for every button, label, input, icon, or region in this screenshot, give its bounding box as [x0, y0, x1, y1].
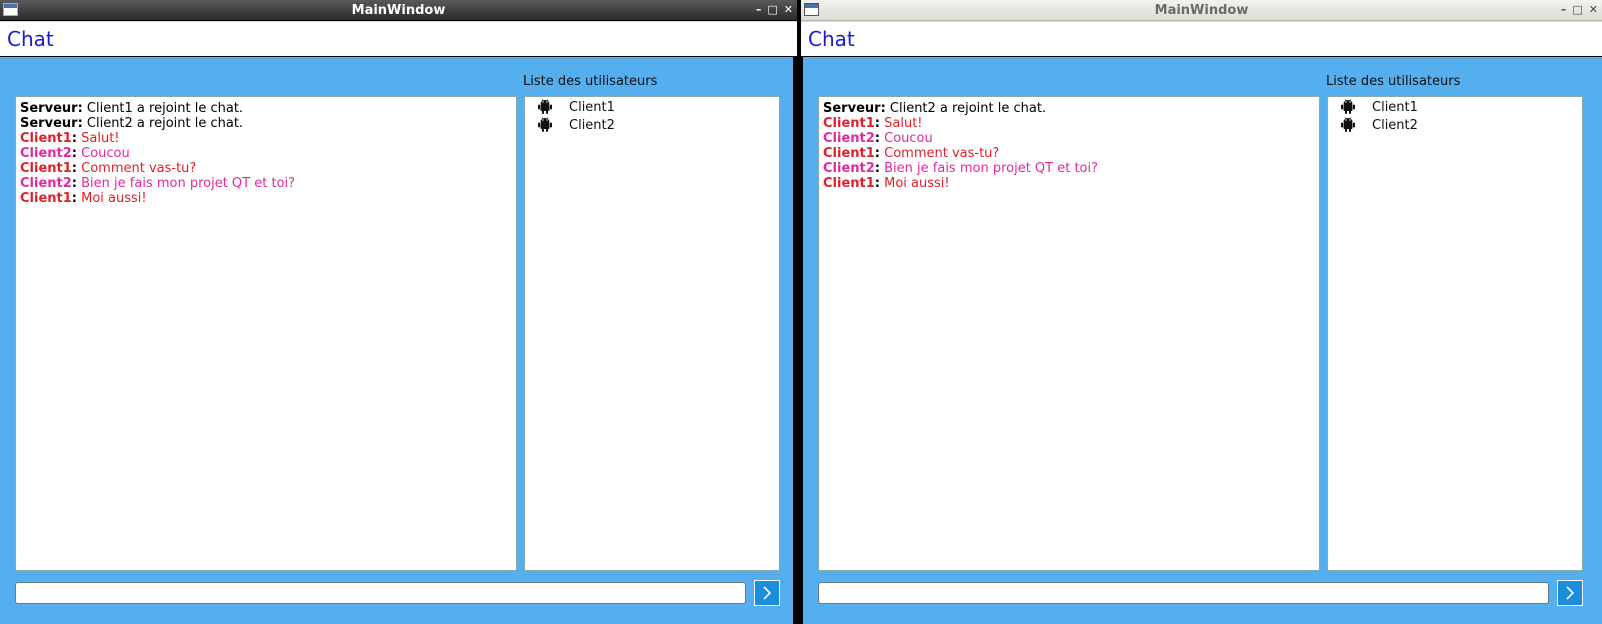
- chat-message: Serveur: Client1 a rejoint le chat.: [20, 101, 512, 116]
- send-button[interactable]: [754, 580, 780, 606]
- chat-message: Serveur: Client2 a rejoint le chat.: [823, 101, 1315, 116]
- user-name: Client2: [1372, 117, 1418, 133]
- android-icon: [1340, 117, 1356, 133]
- chat-message: Serveur: Client2 a rejoint le chat.: [20, 116, 512, 131]
- users-list-label: Liste des utilisateurs: [523, 74, 658, 89]
- chat-message: Client1: Salut!: [20, 131, 512, 146]
- message-sender: Client1: [20, 131, 72, 146]
- chat-message: Client2: Coucou: [823, 131, 1315, 146]
- chat-panel: Liste des utilisateurs Serveur: Client2 …: [801, 57, 1602, 624]
- message-sender: Client1: [20, 161, 72, 176]
- message-text: Salut!: [77, 131, 120, 146]
- user-list-item[interactable]: Client2: [1328, 116, 1582, 134]
- chat-message: Client1: Comment vas-tu?: [20, 161, 512, 176]
- message-input[interactable]: [15, 582, 746, 604]
- user-name: Client2: [569, 117, 615, 133]
- chat-message: Client2: Bien je fais mon projet QT et t…: [823, 161, 1315, 176]
- message-sender: Client1: [823, 146, 875, 161]
- message-text: Salut!: [880, 116, 923, 131]
- user-name: Client1: [569, 99, 615, 115]
- app-header: Chat: [801, 21, 1602, 57]
- title-bar[interactable]: MainWindow – □ ✕: [0, 0, 797, 20]
- main-window-client1: MainWindow – □ ✕ Chat Liste des utilisat…: [0, 0, 797, 624]
- send-button[interactable]: [1557, 580, 1583, 606]
- message-input[interactable]: [818, 582, 1549, 604]
- message-sender: Client2: [823, 131, 875, 146]
- chat-message: Client2: Bien je fais mon projet QT et t…: [20, 176, 512, 191]
- minimize-button[interactable]: –: [756, 2, 762, 18]
- message-text: Moi aussi!: [880, 176, 950, 191]
- chat-message: Client1: Moi aussi!: [20, 191, 512, 206]
- message-text: Client1 a rejoint le chat.: [82, 101, 244, 116]
- app-header: Chat: [0, 21, 797, 57]
- message-text: Comment vas-tu?: [880, 146, 1000, 161]
- window-title: MainWindow: [351, 2, 446, 18]
- message-sender: Client2: [20, 176, 72, 191]
- android-icon: [1340, 99, 1356, 115]
- chat-message: Client1: Moi aussi!: [823, 176, 1315, 191]
- close-button[interactable]: ✕: [784, 2, 793, 18]
- message-text: Bien je fais mon projet QT et toi?: [880, 161, 1099, 176]
- chat-history[interactable]: Serveur: Client2 a rejoint le chat. Clien…: [818, 96, 1320, 571]
- message-text: Moi aussi!: [77, 191, 147, 206]
- users-list-label: Liste des utilisateurs: [1326, 74, 1461, 89]
- message-sender: Serveur: [823, 101, 881, 116]
- message-sender: Client1: [20, 191, 72, 206]
- window-menu-icon[interactable]: [3, 3, 18, 16]
- user-list-item[interactable]: Client2: [525, 116, 779, 134]
- page-title: Chat: [808, 27, 855, 51]
- chat-message: Client2: Coucou: [20, 146, 512, 161]
- message-text: Coucou: [77, 146, 130, 161]
- message-sender: Serveur: [20, 116, 78, 131]
- window-title: MainWindow: [1154, 2, 1249, 18]
- message-sender: Client1: [823, 116, 875, 131]
- chevron-right-icon: [1566, 586, 1575, 600]
- message-sender: Serveur: [20, 101, 78, 116]
- android-icon: [537, 99, 553, 115]
- message-sender: Client2: [20, 146, 72, 161]
- maximize-button[interactable]: □: [1572, 2, 1582, 18]
- user-list[interactable]: Client1 Client2: [524, 96, 780, 571]
- message-sender: Client2: [823, 161, 875, 176]
- window-menu-icon[interactable]: [804, 3, 819, 16]
- chat-history[interactable]: Serveur: Client1 a rejoint le chat. Serve…: [15, 96, 517, 571]
- minimize-button[interactable]: –: [1561, 2, 1567, 18]
- title-bar[interactable]: MainWindow – □ ✕: [801, 0, 1602, 21]
- user-list[interactable]: Client1 Client2: [1327, 96, 1583, 571]
- chat-panel: Liste des utilisateurs Serveur: Client1 …: [0, 57, 797, 624]
- chevron-right-icon: [763, 586, 772, 600]
- user-list-item[interactable]: Client1: [525, 98, 779, 116]
- message-text: Client2 a rejoint le chat.: [82, 116, 244, 131]
- message-text: Bien je fais mon projet QT et toi?: [77, 176, 296, 191]
- message-text: Client2 a rejoint le chat.: [885, 101, 1047, 116]
- message-sender: Client1: [823, 176, 875, 191]
- chat-message: Client1: Salut!: [823, 116, 1315, 131]
- chat-message: Client1: Comment vas-tu?: [823, 146, 1315, 161]
- message-text: Coucou: [880, 131, 933, 146]
- android-icon: [537, 117, 553, 133]
- main-window-client2: MainWindow – □ ✕ Chat Liste des utilisat…: [801, 0, 1602, 624]
- user-list-item[interactable]: Client1: [1328, 98, 1582, 116]
- page-title: Chat: [7, 27, 54, 51]
- message-text: Comment vas-tu?: [77, 161, 197, 176]
- user-name: Client1: [1372, 99, 1418, 115]
- close-button[interactable]: ✕: [1589, 2, 1598, 18]
- maximize-button[interactable]: □: [767, 2, 777, 18]
